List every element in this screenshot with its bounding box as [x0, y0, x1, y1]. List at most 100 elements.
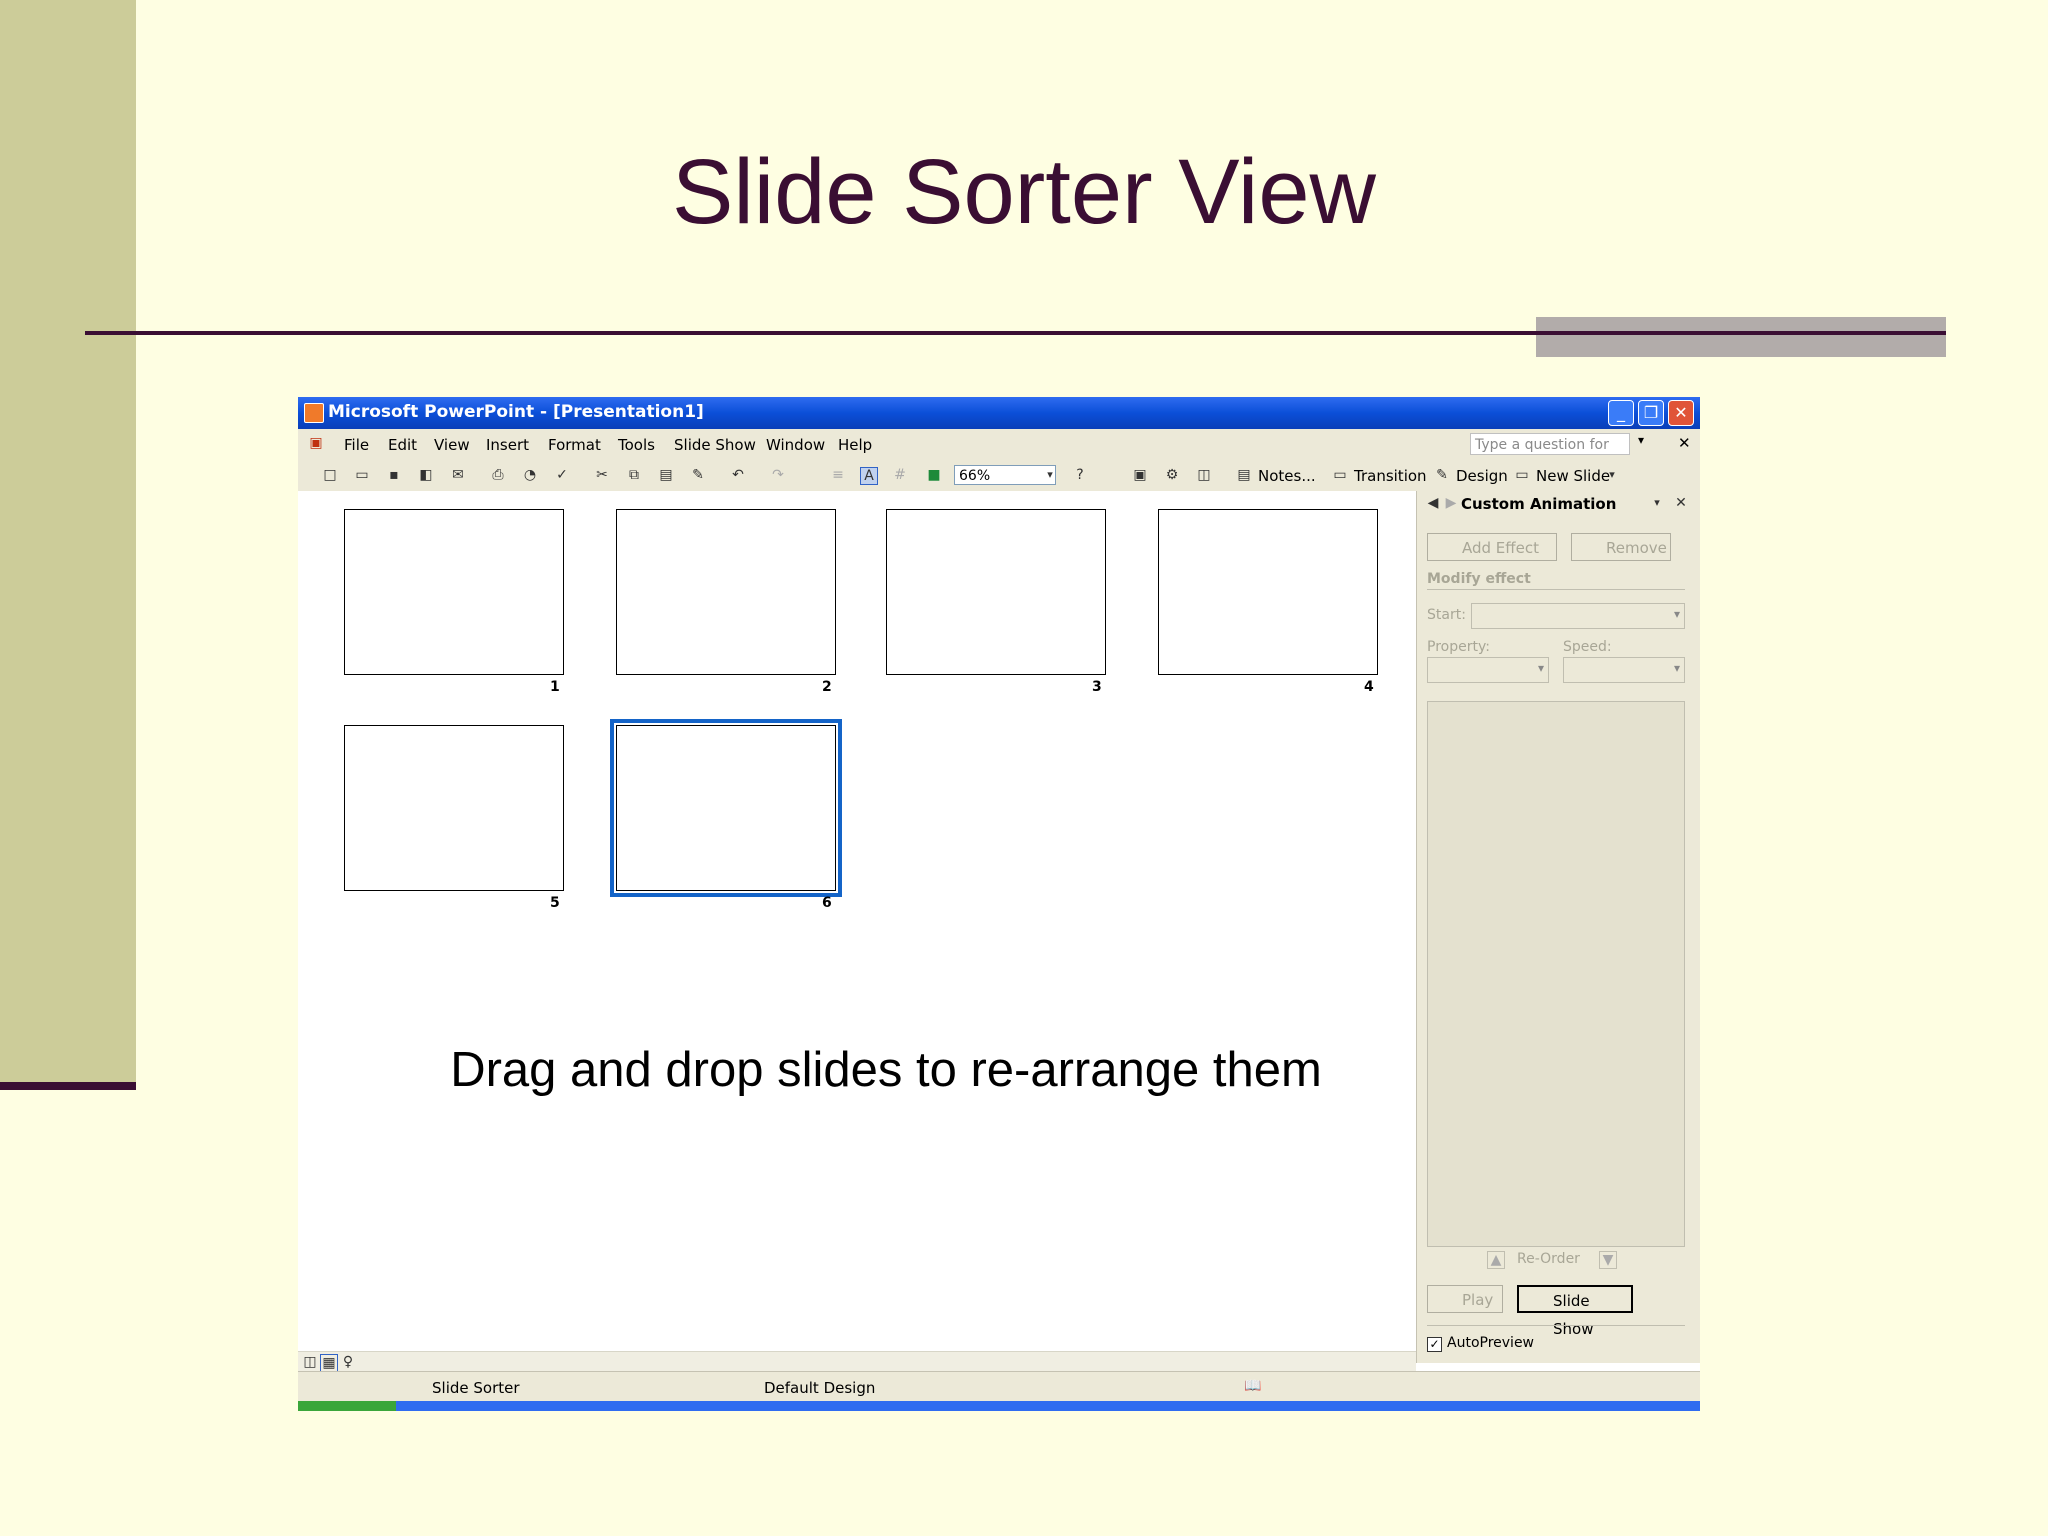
design-button[interactable]: Design: [1456, 467, 1508, 485]
zoom-select[interactable]: 66%: [954, 465, 1056, 485]
hide-slide-icon[interactable]: ◫: [1196, 467, 1212, 483]
slide-thumbnail-2[interactable]: [616, 509, 836, 675]
start-select[interactable]: [1471, 603, 1685, 629]
reorder-label: Re-Order: [1517, 1251, 1580, 1267]
slide-design-icon[interactable]: ▣: [1132, 467, 1148, 483]
slide-sorter-area: 1 2 3 4 5 6: [298, 491, 1416, 1351]
slide-number-6: 6: [822, 895, 832, 911]
task-pane-title: Custom Animation: [1461, 495, 1617, 513]
slide-sorter-view-icon[interactable]: ▦: [320, 1354, 338, 1372]
notes-icon[interactable]: ▤: [1236, 467, 1252, 483]
horizontal-scrollbar[interactable]: ◫ ▦ ♀: [298, 1351, 1416, 1372]
toolbar-options-icon[interactable]: ▾: [1604, 467, 1620, 483]
permission-icon[interactable]: ◧: [418, 467, 434, 483]
start-label: Start:: [1427, 607, 1466, 623]
reorder-down-icon[interactable]: ▼: [1599, 1251, 1617, 1269]
play-button[interactable]: Play: [1427, 1285, 1503, 1313]
save-icon[interactable]: ▪: [386, 467, 402, 483]
close-window-button[interactable]: ✕: [1668, 400, 1694, 426]
close-document-button[interactable]: ✕: [1678, 434, 1691, 452]
email-icon[interactable]: ✉: [450, 467, 466, 483]
menu-window[interactable]: Window: [766, 436, 825, 454]
slide-thumbnail-1[interactable]: [344, 509, 564, 675]
transition-icon[interactable]: ▭: [1332, 467, 1348, 483]
custom-animation-pane: ◀ ▶ Custom Animation ▾ ✕ Add Effect Remo…: [1416, 491, 1700, 1363]
remove-button[interactable]: Remove: [1571, 533, 1671, 561]
menu-tools[interactable]: Tools: [618, 436, 655, 454]
document-icon[interactable]: ▣: [308, 435, 324, 451]
restore-button[interactable]: ❐: [1638, 400, 1664, 426]
back-arrow-icon[interactable]: ◀: [1425, 495, 1441, 511]
property-label: Property:: [1427, 639, 1490, 655]
help-dropdown-icon[interactable]: ▾: [1638, 433, 1644, 447]
show-grid-icon[interactable]: #: [892, 467, 908, 483]
status-bar: Slide Sorter Default Design 📖: [298, 1371, 1700, 1402]
slide-thumbnail-4[interactable]: [1158, 509, 1378, 675]
format-painter-icon[interactable]: ✎: [690, 467, 706, 483]
add-effect-button[interactable]: Add Effect: [1427, 533, 1557, 561]
paste-icon[interactable]: ▤: [658, 467, 674, 483]
open-icon[interactable]: ▭: [354, 467, 370, 483]
autopreview-checkbox[interactable]: ✓: [1427, 1337, 1442, 1352]
copy-icon[interactable]: ⧉: [626, 467, 642, 483]
forward-arrow-icon[interactable]: ▶: [1443, 495, 1459, 511]
property-select[interactable]: [1427, 657, 1549, 683]
speed-select[interactable]: [1563, 657, 1685, 683]
menu-help[interactable]: Help: [838, 436, 872, 454]
cut-icon[interactable]: ✂: [594, 467, 610, 483]
slide-thumbnail-3[interactable]: [886, 509, 1106, 675]
slide-number-3: 3: [1092, 679, 1102, 695]
task-pane-dropdown-icon[interactable]: ▾: [1649, 495, 1665, 511]
menu-edit[interactable]: Edit: [388, 436, 417, 454]
window-titlebar[interactable]: Microsoft PowerPoint - [Presentation1] _…: [298, 397, 1700, 429]
show-formatting-icon[interactable]: A: [860, 467, 878, 485]
taskbar-strip: [298, 1401, 1700, 1411]
zoom-dropdown-icon[interactable]: ▾: [1042, 467, 1058, 483]
color-grayscale-icon[interactable]: ■: [926, 467, 942, 483]
task-pane-close-icon[interactable]: ✕: [1673, 495, 1689, 511]
new-slide-icon[interactable]: ▭: [1514, 467, 1530, 483]
minimize-button[interactable]: _: [1608, 400, 1634, 426]
speed-label: Speed:: [1563, 639, 1612, 655]
help-icon[interactable]: ?: [1072, 467, 1088, 483]
title-rule-accent: [1536, 317, 1946, 357]
modify-divider: [1427, 589, 1685, 590]
menu-format[interactable]: Format: [548, 436, 601, 454]
slide-number-2: 2: [822, 679, 832, 695]
notes-button[interactable]: Notes...: [1258, 467, 1316, 485]
menu-slide-show[interactable]: Slide Show: [674, 436, 756, 454]
transition-button[interactable]: Transition: [1354, 467, 1427, 485]
slide-thumbnail-5[interactable]: [344, 725, 564, 891]
slide-caption: Drag and drop slides to re-arrange them: [450, 1043, 1322, 1097]
slide-title: Slide Sorter View: [672, 141, 1376, 243]
menu-insert[interactable]: Insert: [486, 436, 529, 454]
window-title: Microsoft PowerPoint - [Presentation1]: [328, 402, 704, 422]
autopreview-label: AutoPreview: [1447, 1335, 1535, 1351]
slide-number-1: 1: [550, 679, 560, 695]
normal-view-icon[interactable]: ◫: [302, 1354, 318, 1370]
print-icon[interactable]: ⎙: [490, 467, 506, 483]
reorder-up-icon[interactable]: ▲: [1487, 1251, 1505, 1269]
new-icon[interactable]: □: [322, 467, 338, 483]
design-icon[interactable]: ✎: [1434, 467, 1450, 483]
slide-thumbnail-6[interactable]: [610, 719, 842, 897]
custom-animation-icon[interactable]: ⚙: [1164, 467, 1180, 483]
undo-icon[interactable]: ↶: [730, 467, 746, 483]
menu-file[interactable]: File: [344, 436, 369, 454]
print-preview-icon[interactable]: ◔: [522, 467, 538, 483]
left-accent-rule: [0, 1082, 136, 1090]
redo-icon[interactable]: ↷: [770, 467, 786, 483]
menu-view[interactable]: View: [434, 436, 470, 454]
slide-show-view-icon[interactable]: ♀: [340, 1354, 356, 1370]
help-question-input[interactable]: Type a question for help: [1470, 433, 1630, 475]
status-design: Default Design: [764, 1379, 876, 1397]
menu-bar: ▣ File Edit View Insert Format Tools Sli…: [298, 429, 1700, 475]
spelling-icon[interactable]: ✓: [554, 467, 570, 483]
animation-list[interactable]: [1427, 701, 1685, 1247]
slide-number-5: 5: [550, 895, 560, 911]
slide-show-button[interactable]: Slide Show: [1517, 1285, 1633, 1338]
powerpoint-app-icon[interactable]: [304, 403, 324, 423]
spelling-status-icon: 📖: [1244, 1378, 1262, 1394]
expand-all-icon[interactable]: ≡: [830, 467, 846, 483]
new-slide-button[interactable]: New Slide: [1536, 467, 1610, 485]
